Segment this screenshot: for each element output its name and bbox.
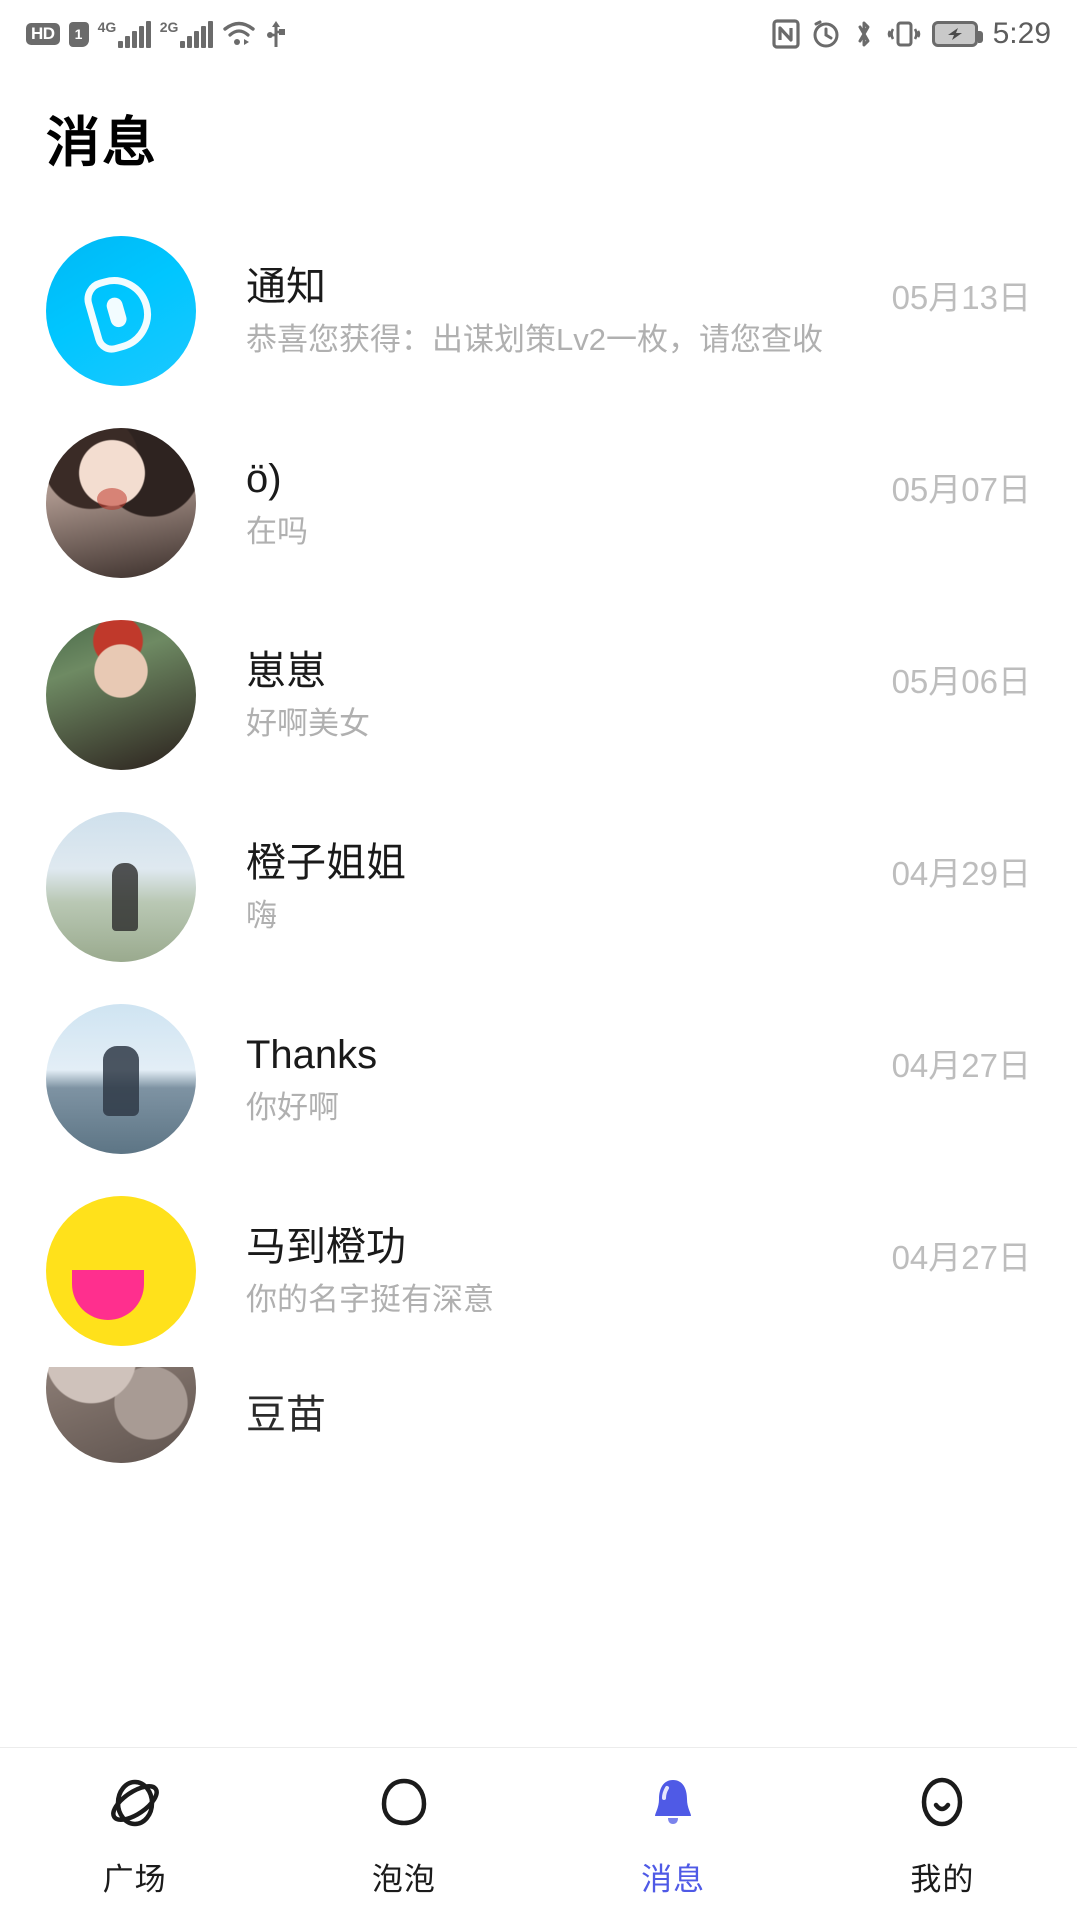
- battery-charging-icon: [931, 21, 983, 47]
- conversation-preview: 你好啊: [246, 1090, 339, 1125]
- conversation-preview: 恭喜您获得：出谋划策Lv2一枚，请您查收: [246, 322, 823, 357]
- conversation-name: 通知: [246, 264, 326, 309]
- conversation-name: 崽崽: [246, 648, 326, 693]
- tab-label: 消息: [641, 1862, 706, 1897]
- conversation-date: 04月29日: [891, 855, 1031, 892]
- conversation-name: 橙子姐姐: [246, 840, 406, 885]
- status-bar-left: HD 1 4G 2G: [26, 19, 287, 49]
- signal-2g-bars: [180, 21, 213, 48]
- signal-2g-icon: 2G: [160, 20, 213, 48]
- notification-megaphone-avatar[interactable]: [46, 236, 196, 386]
- usb-icon: [265, 19, 287, 49]
- conversation-text: 豆苗: [196, 1393, 1031, 1437]
- conversation-text: 橙子姐姐 嗨: [196, 841, 892, 933]
- tab-profile[interactable]: 我的: [808, 1766, 1077, 1899]
- conversation-row-5[interactable]: Thanks 你好啊 04月27日: [0, 983, 1077, 1175]
- conversation-name: Thanks: [246, 1032, 378, 1077]
- conversation-text: 通知 恭喜您获得：出谋划策Lv2一枚，请您查收: [196, 265, 892, 357]
- conversation-text: 崽崽 好啊美女: [196, 649, 892, 741]
- conversation-name: 马到橙功: [246, 1224, 406, 1269]
- photo-avatar[interactable]: [46, 1367, 196, 1463]
- tab-label: 广场: [102, 1862, 167, 1897]
- conversation-preview: 在吗: [246, 514, 308, 549]
- signal-4g-bars: [118, 21, 151, 48]
- app-root: HD 1 4G 2G 5:29 消息 通知 恭喜您获得：出谋划策Lv2一枚，请您…: [0, 0, 1077, 1917]
- bell-icon: [636, 1766, 710, 1840]
- yellow-face-avatar[interactable]: [46, 1196, 196, 1346]
- photo-avatar[interactable]: [46, 428, 196, 578]
- tab-label: 泡泡: [371, 1862, 436, 1897]
- conversation-row-notification[interactable]: 通知 恭喜您获得：出谋划策Lv2一枚，请您查收 05月13日: [0, 215, 1077, 407]
- conversation-date: 05月06日: [891, 663, 1031, 700]
- nfc-icon: [772, 19, 800, 49]
- face-icon: [905, 1766, 979, 1840]
- tab-bubble[interactable]: 泡泡: [269, 1766, 538, 1899]
- conversation-row-4[interactable]: 橙子姐姐 嗨 04月29日: [0, 791, 1077, 983]
- conversation-date: 05月13日: [891, 279, 1031, 316]
- planet-icon: [98, 1766, 172, 1840]
- photo-avatar[interactable]: [46, 620, 196, 770]
- conversation-name: 豆苗: [246, 1393, 326, 1437]
- conversation-date: 04月27日: [891, 1239, 1031, 1276]
- conversation-name: ö): [246, 456, 282, 501]
- alarm-icon: [811, 19, 841, 49]
- tab-plaza[interactable]: 广场: [0, 1766, 269, 1899]
- tab-label: 我的: [910, 1862, 975, 1897]
- vibrate-icon: [887, 19, 921, 49]
- conversation-row-3[interactable]: 崽崽 好啊美女 05月06日: [0, 599, 1077, 791]
- tab-messages[interactable]: 消息: [539, 1766, 808, 1899]
- conversation-row-2[interactable]: ö) 在吗 05月07日: [0, 407, 1077, 599]
- status-bar: HD 1 4G 2G 5:29: [0, 0, 1077, 68]
- conversation-row-7[interactable]: 豆苗: [0, 1367, 1077, 1463]
- bubble-icon: [367, 1766, 441, 1840]
- photo-avatar[interactable]: [46, 812, 196, 962]
- conversation-preview: 你的名字挺有深意: [246, 1282, 494, 1317]
- signal-4g-icon: 4G: [98, 20, 151, 48]
- signal-2g-label: 2G: [159, 19, 179, 35]
- page-title: 消息: [46, 113, 158, 173]
- conversation-date: 05月07日: [891, 471, 1031, 508]
- wifi-icon: [222, 20, 256, 48]
- conversation-preview: 嗨: [246, 898, 277, 933]
- status-bar-right: 5:29: [772, 17, 1051, 51]
- conversation-row-6[interactable]: 马到橙功 你的名字挺有深意 04月27日: [0, 1175, 1077, 1367]
- bluetooth-icon: [852, 19, 876, 49]
- sim-card-icon: 1: [68, 21, 89, 47]
- conversation-text: ö) 在吗: [196, 457, 892, 549]
- conversation-list[interactable]: 通知 恭喜您获得：出谋划策Lv2一枚，请您查收 05月13日 ö) 在吗 05月…: [0, 215, 1077, 1463]
- status-bar-clock: 5:29: [992, 17, 1051, 50]
- bottom-navigation: 广场 泡泡 消息 我的: [0, 1747, 1077, 1917]
- conversation-text: Thanks 你好啊: [196, 1033, 892, 1125]
- signal-4g-label: 4G: [97, 19, 117, 35]
- conversation-date: 04月27日: [891, 1047, 1031, 1084]
- photo-avatar[interactable]: [46, 1004, 196, 1154]
- conversation-preview: 好啊美女: [246, 706, 370, 741]
- hd-icon: HD: [26, 23, 60, 45]
- conversation-text: 马到橙功 你的名字挺有深意: [196, 1225, 892, 1317]
